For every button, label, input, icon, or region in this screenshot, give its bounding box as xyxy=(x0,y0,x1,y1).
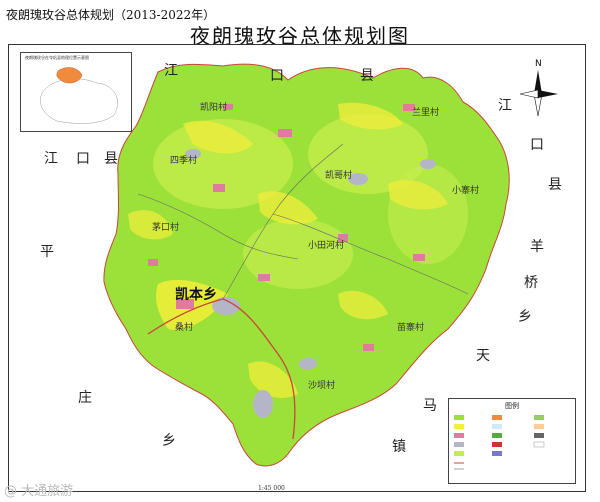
neighbor-label: 口 xyxy=(530,137,544,153)
scale-label: 1:45 000 xyxy=(258,485,285,492)
neighbor-label: 庄 xyxy=(78,390,92,406)
village-label: 凯阳村 xyxy=(200,103,228,113)
pink-patch xyxy=(278,129,292,137)
neighbor-label: 乡 xyxy=(162,433,176,449)
neighbor-label: 桥 xyxy=(524,275,538,291)
neighbor-label: 口 xyxy=(76,151,90,167)
village-label: 小寨村 xyxy=(452,186,480,196)
pink-patch xyxy=(213,184,225,192)
neighbor-label: 乡 xyxy=(518,309,532,325)
village-label: 凯哥村 xyxy=(325,171,353,181)
gray-patch xyxy=(420,159,436,169)
neighbor-label: 平 xyxy=(40,244,54,260)
neighbor-label: 马 xyxy=(423,398,437,414)
inset-canvas xyxy=(40,67,118,124)
pink-patch xyxy=(363,344,374,351)
watermark: @ 大通旅游 xyxy=(4,484,74,499)
pink-patch xyxy=(258,274,270,281)
village-label: 小田河村 xyxy=(308,241,345,251)
town-label: 凯本乡 xyxy=(175,287,217,303)
legend: 图例 xyxy=(448,398,576,484)
neighbor-label: 江 xyxy=(164,63,178,79)
village-label: 沙坝村 xyxy=(308,381,336,391)
neighbor-label: 镇 xyxy=(392,439,406,455)
north-label: N xyxy=(535,59,542,69)
neighbor-label: 县 xyxy=(548,177,562,193)
neighbor-label: 天 xyxy=(476,348,490,364)
village-label: 兰里村 xyxy=(412,108,440,118)
neighbor-label: 口 xyxy=(270,68,284,84)
north-arrow-icon: N xyxy=(520,59,558,116)
inset-title: 夜朗瑰玫谷在岑巩县地理位置示意图 xyxy=(25,55,89,60)
legend-swatches xyxy=(454,415,545,470)
village-label: 茅口村 xyxy=(152,223,180,233)
land-zone xyxy=(388,164,468,264)
legend-title: 图例 xyxy=(505,402,519,410)
pink-patch xyxy=(413,254,425,261)
gray-patch xyxy=(299,358,317,370)
neighbor-label: 羊 xyxy=(530,239,544,255)
village-label: 四季村 xyxy=(170,156,198,166)
neighbor-label: 县 xyxy=(360,68,374,84)
inset-county xyxy=(40,78,118,124)
village-label: 苗寨村 xyxy=(397,323,425,333)
village-label: 桑村 xyxy=(175,323,194,333)
pink-patch xyxy=(148,259,158,266)
inset-map: 夜朗瑰玫谷在岑巩县地理位置示意图 xyxy=(20,52,132,132)
neighbor-label: 县 xyxy=(104,151,118,167)
neighbor-label: 江 xyxy=(44,151,58,167)
neighbor-label: 江 xyxy=(498,98,512,114)
gray-patch xyxy=(253,390,273,418)
